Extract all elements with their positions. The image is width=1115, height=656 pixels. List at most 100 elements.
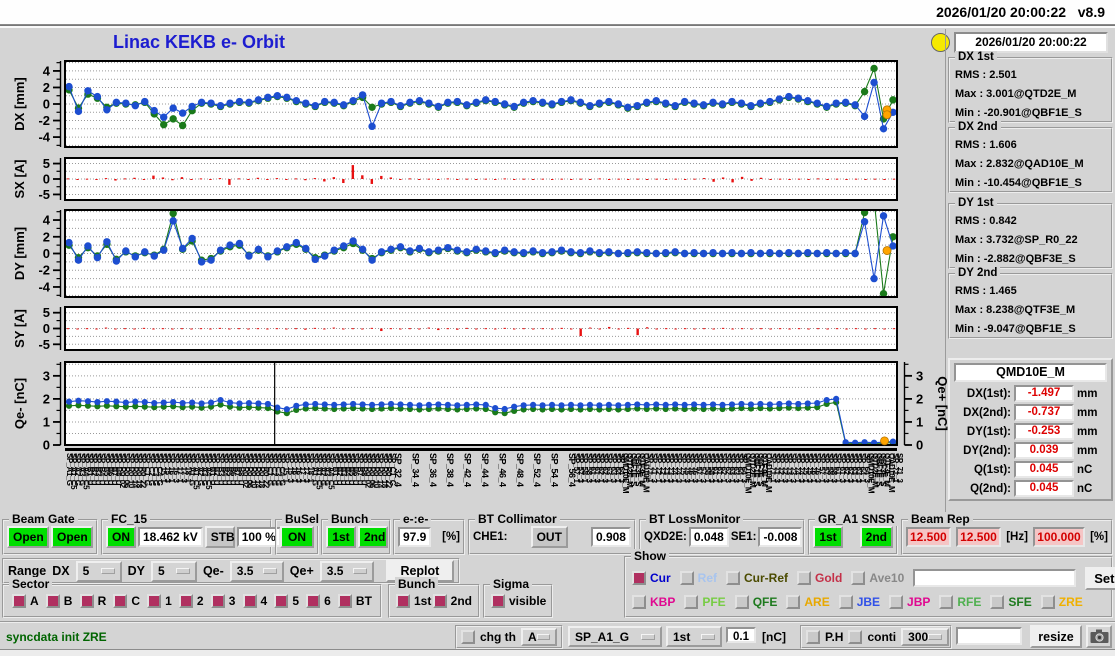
show-checkbox-are[interactable] <box>786 595 801 609</box>
show-checkbox-pfe[interactable] <box>684 595 699 609</box>
plot-dx[interactable]: 4 2 0-2 -4 DX [mm] <box>0 60 947 148</box>
plot-sy[interactable]: 50-5 SY [A] <box>0 305 947 352</box>
bunch-checkbox-1st[interactable] <box>396 594 410 608</box>
svg-text:1: 1 <box>916 414 923 429</box>
show-checkbox-cur[interactable] <box>632 571 646 585</box>
monitor-row: Q(1st): 0.045 nC <box>953 461 1108 478</box>
sector-toggle-a: A <box>12 594 39 608</box>
show-checkbox-ave10[interactable] <box>851 571 866 585</box>
show-checkbox-ref[interactable] <box>679 571 694 585</box>
show-label-cur-ref: Cur-Ref <box>744 571 789 585</box>
sector-checkbox-3[interactable] <box>210 594 225 608</box>
gr-a1-snsr-1st-button[interactable]: 1st <box>813 526 843 548</box>
range-qe-dropdown[interactable]: 3.5 <box>319 560 374 582</box>
stat-lines: RMS : 0.842 Max : 3.732@SP_R0_22 Min : -2.… <box>950 205 1111 269</box>
fc-15-stb-button[interactable]: STB <box>204 526 235 548</box>
sector-toggle-1: 1 <box>147 594 172 608</box>
plot-sx[interactable]: 50-5 SX [A] <box>0 156 947 202</box>
show-checkbox-qfe[interactable] <box>734 595 749 609</box>
busel-on-button[interactable]: ON <box>280 526 314 548</box>
fc-15-on-button[interactable]: ON <box>106 526 136 548</box>
sector-checkbox-2[interactable] <box>178 594 193 608</box>
sector-checkbox-bt[interactable] <box>337 594 352 608</box>
ph-checkbox[interactable] <box>806 630 820 644</box>
plot-qe[interactable]: 3210Qe- [nC]3210Qe+ [nC] <box>0 361 950 453</box>
show-checkbox-cur-ref[interactable] <box>726 571 741 585</box>
sector-checkbox-6[interactable] <box>306 594 321 608</box>
bunch-2nd-button[interactable]: 2nd <box>358 526 388 548</box>
range-qe-dropdown[interactable]: 3.5 <box>229 560 284 582</box>
show-checkbox-jbe[interactable] <box>838 595 853 609</box>
axis-label-dy: DY [mm] <box>12 227 27 280</box>
range-dy-dropdown[interactable]: 5 <box>150 560 197 582</box>
stat-box-dx-1st: DX 1st RMS : 2.501 Max : 3.001@QTD2E_M Min … <box>948 51 1113 123</box>
dropdown-dash-icon <box>100 568 115 574</box>
sector-checkbox-4[interactable] <box>242 594 257 608</box>
sector-label-a: A <box>30 594 39 608</box>
beam-rep-hz-label: [Hz] <box>1006 531 1028 543</box>
bt-collimator-che1-label: CHE1: <box>473 531 508 543</box>
device-dropdown[interactable]: SP_A1_G <box>568 626 662 647</box>
show-toggle-are: ARE <box>786 595 830 609</box>
beam-gate-open-button[interactable]: Open <box>7 526 49 548</box>
sector-checkbox-c[interactable] <box>113 594 128 608</box>
sector-checkbox-5[interactable] <box>274 594 289 608</box>
fc-15-group: FC_15 ON 18.462 kV STB 100 % <box>101 512 281 555</box>
show-checkbox-jbp[interactable] <box>889 595 904 609</box>
device-value: SP_A1_G <box>575 629 630 644</box>
bt-collimator-out-button[interactable]: OUT <box>530 526 568 548</box>
show-checkbox-kbp[interactable] <box>632 595 646 609</box>
sector-checkbox-r[interactable] <box>79 594 94 608</box>
show-checkbox-rfe[interactable] <box>939 595 954 609</box>
beam-gate-open-button[interactable]: Open <box>51 526 93 548</box>
show-toggle-qfe: QFE <box>734 595 777 609</box>
show-label-ave10: Ave10 <box>869 571 905 585</box>
beam-rep-12-500-display: 12.500 <box>956 527 1001 547</box>
sector-toggle-2: 2 <box>178 594 204 608</box>
sector-label-r: R <box>97 594 107 608</box>
svg-text:-2: -2 <box>38 263 50 278</box>
dropdown-dash-icon <box>262 568 277 574</box>
gr-a1-snsr-group: GR_A1 SNSR 1st 2nd <box>808 512 898 555</box>
conti-checkbox[interactable] <box>848 630 863 644</box>
stat-line: RMS : 1.606 <box>955 139 1017 151</box>
show-checkbox-zre[interactable] <box>1040 595 1055 609</box>
svg-text:-2: -2 <box>38 113 50 128</box>
monitor-row-label: DX(2nd): <box>963 406 1011 419</box>
sector-items: A B R C 1 2 3 4 5 6 BT <box>4 586 380 616</box>
count-dropdown[interactable]: 300 <box>901 628 950 646</box>
set-ref-button[interactable]: Set Ref <box>1085 566 1115 590</box>
range-title: Range <box>8 564 47 578</box>
axis-label-sx: SX [A] <box>12 160 27 199</box>
threshold-value[interactable]: 0.1 <box>726 627 756 643</box>
bunch-checkbox-2nd[interactable] <box>432 594 447 608</box>
plot-dy[interactable]: 42 0 -2-4 DY [mm] <box>0 209 947 298</box>
range-dx-dropdown[interactable]: 5 <box>75 560 122 582</box>
bunch-dropdown[interactable]: 1st <box>666 626 722 647</box>
gr-a1-snsr-2nd-button[interactable]: 2nd <box>859 526 893 548</box>
chg-th-dropdown[interactable]: A <box>521 628 557 646</box>
stat-box-dy-2nd: DY 2nd RMS : 1.465 Max : 8.238@QTF3E_M Min … <box>948 267 1113 339</box>
sector-checkbox-b[interactable] <box>45 594 60 608</box>
sector-checkbox-1[interactable] <box>147 594 162 608</box>
sector-checkbox-a[interactable] <box>12 594 26 608</box>
bunch-label-1st: 1st <box>414 594 432 608</box>
svg-text:3: 3 <box>916 368 923 383</box>
sector-toggle-6: 6 <box>306 594 331 608</box>
chg-th-label: chg th <box>480 630 516 644</box>
monitor-row-label: Q(1st): <box>973 463 1011 476</box>
show-toggle-gold: Gold <box>797 571 842 585</box>
bunch-1st-button[interactable]: 1st <box>326 526 356 548</box>
show-checkbox-gold[interactable] <box>797 571 812 585</box>
range-qe-label: Qe+ <box>289 564 314 578</box>
statusbar-input[interactable] <box>956 627 1022 645</box>
sigma-checkbox-visible[interactable] <box>491 594 505 608</box>
svg-text:3: 3 <box>43 368 50 383</box>
chg-th-checkbox[interactable] <box>461 630 475 644</box>
show-label-zre: ZRE <box>1058 595 1083 609</box>
camera-button[interactable] <box>1086 625 1112 648</box>
show-checkbox-sfe[interactable] <box>990 595 1005 609</box>
resize-button[interactable]: resize <box>1030 625 1082 648</box>
svg-text:4: 4 <box>43 63 51 78</box>
ref-name-input[interactable] <box>913 569 1077 587</box>
